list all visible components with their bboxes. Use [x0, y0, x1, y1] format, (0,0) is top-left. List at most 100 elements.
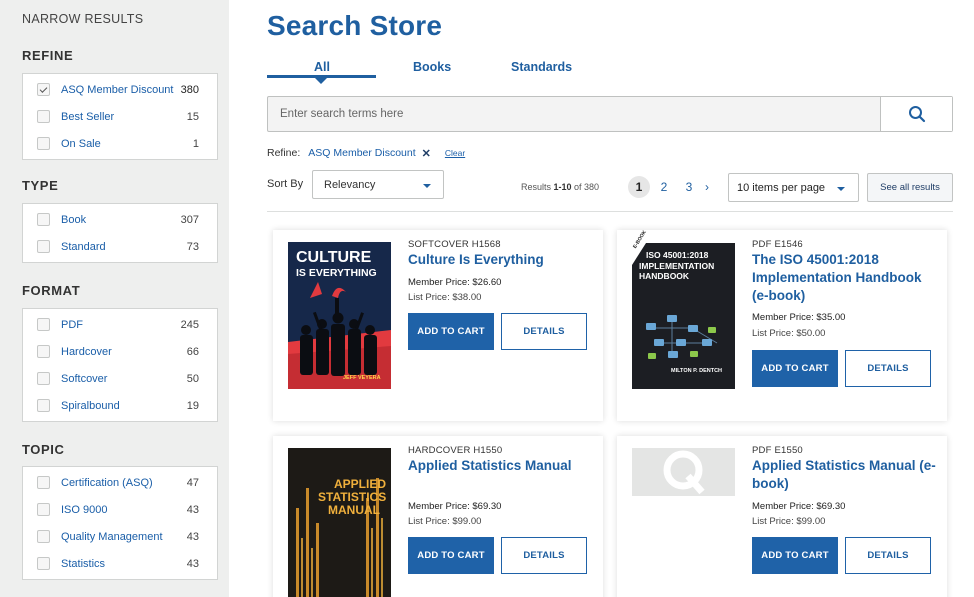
cover-subtitle-2: MANUAL	[328, 503, 380, 517]
facet-asq-member-discount[interactable]: ASQ Member Discount 380	[23, 76, 217, 103]
tab-standards[interactable]: Standards	[511, 60, 572, 74]
divider	[267, 211, 953, 212]
facet-best-seller[interactable]: Best Seller 15	[23, 103, 217, 130]
details-button[interactable]: DETAILS	[501, 313, 587, 350]
tab-all[interactable]: All	[314, 60, 330, 74]
topic-facet-list: Certification (ASQ) 47 ISO 9000 43 Quali…	[22, 466, 218, 580]
cover-title: ISO 45001:2018	[646, 250, 709, 260]
active-tab-arrow	[315, 78, 327, 84]
search-button[interactable]	[880, 97, 952, 131]
checkbox[interactable]	[37, 476, 50, 489]
facet-count: 43	[186, 503, 199, 516]
list-price: List Price: $99.00	[408, 516, 482, 527]
sort-value: Relevancy	[324, 178, 376, 191]
product-cover-image: APPLIED STATISTICS MANUAL	[288, 448, 391, 597]
checkbox[interactable]	[37, 213, 50, 226]
facet-count: 43	[186, 530, 199, 543]
member-price: Member Price: $35.00	[752, 312, 846, 323]
cover-subtitle-2: HANDBOOK	[639, 271, 690, 281]
checkbox[interactable]	[37, 318, 50, 331]
pagination: 1 2 3 ›	[628, 176, 709, 198]
member-price: Member Price: $69.30	[408, 501, 502, 512]
add-to-cart-button[interactable]: ADD TO CART	[408, 537, 494, 574]
add-to-cart-button[interactable]: ADD TO CART	[752, 350, 838, 387]
refine-label: Refine:	[267, 147, 301, 159]
checkbox-checked[interactable]	[37, 83, 50, 96]
search-input[interactable]	[268, 97, 881, 131]
items-per-page-select[interactable]: 10 items per page	[728, 173, 859, 202]
remove-refinement-icon[interactable]: ✕	[422, 147, 431, 160]
product-cover-image: CULTURE IS EVERYTHING JEFF VEYERA	[288, 242, 391, 389]
checkbox[interactable]	[37, 503, 50, 516]
facet-hardcover[interactable]: Hardcover 66	[23, 338, 217, 365]
checkbox[interactable]	[37, 399, 50, 412]
checkbox[interactable]	[37, 557, 50, 570]
store-page: NARROW RESULTS REFINE ASQ Member Discoun…	[0, 0, 974, 597]
product-title-link[interactable]: The ISO 45001:2018 Implementation Handbo…	[752, 251, 940, 305]
facet-count: 19	[186, 399, 199, 412]
facet-standard[interactable]: Standard 73	[23, 233, 217, 260]
facet-label: On Sale	[61, 137, 101, 150]
checkbox[interactable]	[37, 110, 50, 123]
facet-count: 380	[180, 83, 199, 96]
search-bar	[267, 96, 953, 132]
facet-book[interactable]: Book 307	[23, 206, 217, 233]
facet-pdf[interactable]: PDF 245	[23, 311, 217, 338]
checkbox[interactable]	[37, 345, 50, 358]
facet-label: Hardcover	[61, 345, 112, 358]
checkbox[interactable]	[37, 240, 50, 253]
facet-label: Best Seller	[61, 110, 115, 123]
cover-illustration	[288, 448, 391, 597]
product-card: APPLIED STATISTICS MANUAL HARDCOVER H155…	[273, 436, 603, 597]
product-title-link[interactable]: Culture Is Everything	[408, 251, 596, 269]
facet-count: 47	[186, 476, 199, 489]
facet-softcover[interactable]: Softcover 50	[23, 365, 217, 392]
facet-label: ASQ Member Discount	[61, 83, 174, 96]
format-section-title: FORMAT	[22, 283, 81, 298]
tab-books[interactable]: Books	[413, 60, 451, 74]
clear-refinements-link[interactable]: Clear	[445, 148, 465, 158]
add-to-cart-button[interactable]: ADD TO CART	[752, 537, 838, 574]
facet-count: 43	[186, 557, 199, 570]
search-icon	[908, 106, 925, 123]
checkbox[interactable]	[37, 530, 50, 543]
narrow-results-sidebar: NARROW RESULTS REFINE ASQ Member Discoun…	[0, 0, 229, 597]
add-to-cart-button[interactable]: ADD TO CART	[408, 313, 494, 350]
results-count: Results 1-10 of 380	[521, 182, 600, 192]
refine-facet-list: ASQ Member Discount 380 Best Seller 15 O…	[22, 73, 218, 160]
facet-on-sale[interactable]: On Sale 1	[23, 130, 217, 157]
page-3[interactable]: 3	[678, 176, 700, 198]
facet-iso-9000[interactable]: ISO 9000 43	[23, 496, 217, 523]
format-facet-list: PDF 245 Hardcover 66 Softcover 50 Spiral…	[22, 308, 218, 422]
facet-label: Softcover	[61, 372, 108, 385]
details-button[interactable]: DETAILS	[845, 350, 931, 387]
facet-certification-asq[interactable]: Certification (ASQ) 47	[23, 469, 217, 496]
product-placeholder-image	[632, 448, 735, 496]
facet-label: Spiralbound	[61, 399, 120, 412]
facet-count: 50	[186, 372, 199, 385]
facet-spiralbound[interactable]: Spiralbound 19	[23, 392, 217, 419]
facet-count: 15	[186, 110, 199, 123]
details-button[interactable]: DETAILS	[501, 537, 587, 574]
facet-statistics[interactable]: Statistics 43	[23, 550, 217, 577]
facet-quality-management[interactable]: Quality Management 43	[23, 523, 217, 550]
member-price: Member Price: $26.60	[408, 277, 502, 288]
details-button[interactable]: DETAILS	[845, 537, 931, 574]
product-cover-image: E-BOOK ISO 45001:2018 IMPLEMENTATION HAN…	[632, 230, 735, 389]
product-title-link[interactable]: Applied Statistics Manual	[408, 457, 596, 475]
page-2[interactable]: 2	[653, 176, 675, 198]
product-card: E-BOOK ISO 45001:2018 IMPLEMENTATION HAN…	[617, 230, 947, 421]
page-1[interactable]: 1	[628, 176, 650, 198]
product-title-link[interactable]: Applied Statistics Manual (e-book)	[752, 457, 940, 493]
product-format: SOFTCOVER H1568	[408, 239, 501, 250]
next-page-icon[interactable]: ›	[705, 180, 709, 194]
checkbox[interactable]	[37, 137, 50, 150]
placeholder-logo-icon	[632, 448, 735, 496]
list-price: List Price: $50.00	[752, 328, 826, 339]
sort-select[interactable]: Relevancy	[312, 170, 444, 199]
type-facet-list: Book 307 Standard 73	[22, 203, 218, 263]
checkbox[interactable]	[37, 372, 50, 385]
facet-label: Standard	[61, 240, 106, 253]
facet-count: 73	[186, 240, 199, 253]
see-all-results-button[interactable]: See all results	[867, 173, 953, 202]
